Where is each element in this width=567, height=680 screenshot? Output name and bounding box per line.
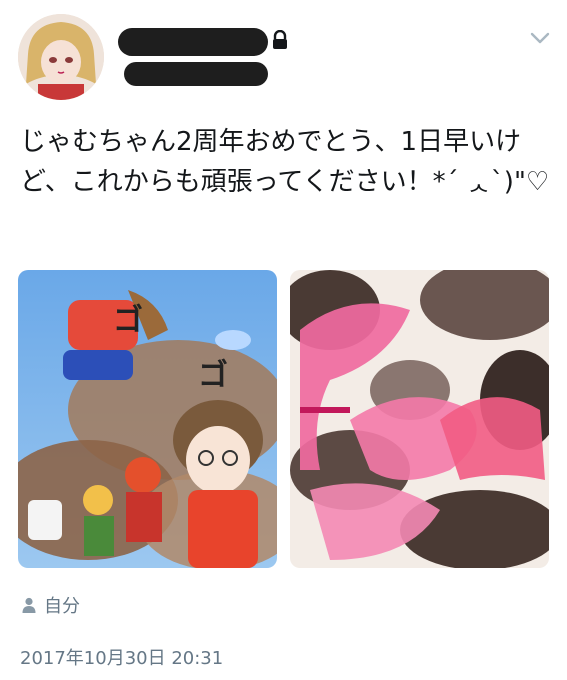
- svg-text:ゴ: ゴ: [113, 303, 143, 338]
- chevron-down-icon[interactable]: [530, 30, 550, 44]
- tweet-image-1[interactable]: ゴ ゴ: [18, 270, 277, 568]
- avatar[interactable]: [18, 14, 104, 100]
- location-row[interactable]: 自分: [22, 593, 80, 617]
- tweet-image-2[interactable]: [290, 270, 549, 568]
- lock-icon: [271, 29, 289, 50]
- display-name-redacted: [118, 28, 268, 56]
- avatar-image: [18, 14, 104, 100]
- timestamp[interactable]: 2017年10月30日 20:31: [20, 644, 223, 670]
- person-icon: [22, 597, 36, 613]
- username-redacted: [124, 62, 268, 86]
- location-label: 自分: [44, 596, 80, 617]
- tweet-text: じゃむちゃん2周年おめでとう、1日早いけど、これからも頑張ってください！*´ ᆺ…: [20, 127, 550, 197]
- svg-text:ゴ: ゴ: [198, 358, 228, 393]
